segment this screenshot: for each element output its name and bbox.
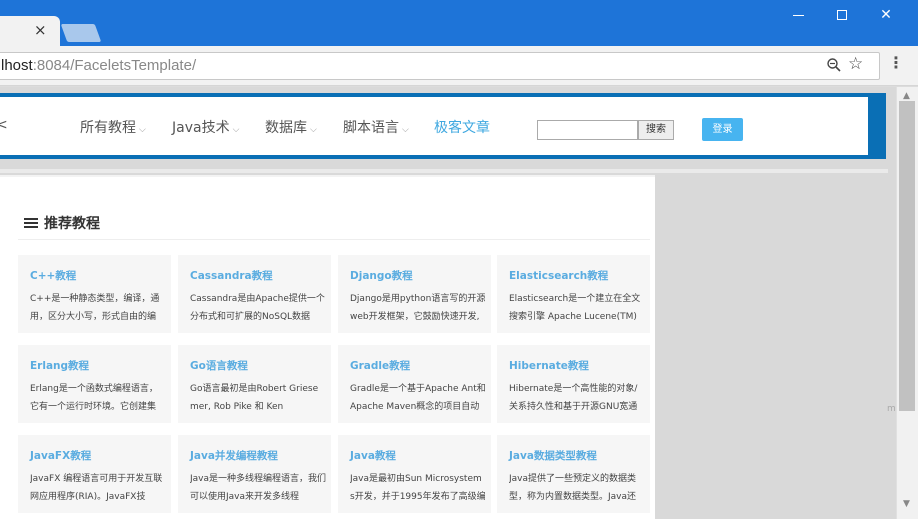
course-card-description: JavaFX 编程语言可用于开发互联网应用程序(RIA)。JavaFX技 bbox=[30, 474, 163, 502]
course-card-description: Elasticsearch是一个建立在全文搜索引擎 Apache Lucene(… bbox=[509, 294, 641, 322]
search-input[interactable] bbox=[537, 120, 638, 140]
course-card[interactable]: Elasticsearch教程 Elasticsearch是一个建立在全文搜索引擎… bbox=[497, 255, 650, 333]
course-card[interactable]: Java数据类型教程 Java提供了一些预定义的数据类型，称为内置数据类型。Jav… bbox=[497, 435, 650, 513]
course-card-title[interactable]: Java并发编程教程 bbox=[190, 448, 278, 463]
page-viewport: < 所有教程 ⌵ Java技术 ⌵ 数据库 ⌵ 脚本语言 ⌵ 极客文章 搜索 登录 推荐… bbox=[0, 87, 896, 519]
minimize-icon bbox=[792, 14, 804, 16]
course-card-description: Hibernate是一个高性能的对象/关系持久性和基于开源GNU宽通 bbox=[509, 384, 638, 412]
corner-watermark: m bbox=[887, 404, 896, 414]
course-card-title[interactable]: Go语言教程 bbox=[190, 358, 248, 373]
course-card-title[interactable]: Gradle教程 bbox=[350, 358, 410, 373]
site-logo[interactable]: < bbox=[0, 117, 8, 133]
search-button[interactable]: 搜索 bbox=[638, 120, 674, 140]
zoom-icon[interactable] bbox=[827, 58, 841, 72]
course-card-title[interactable]: JavaFX教程 bbox=[30, 448, 91, 463]
section-divider bbox=[18, 239, 650, 240]
course-card-title[interactable]: Django教程 bbox=[350, 268, 413, 283]
site-header: < 所有教程 ⌵ Java技术 ⌵ 数据库 ⌵ 脚本语言 ⌵ 极客文章 搜索 登录 bbox=[0, 93, 886, 159]
nav-geek-articles[interactable]: 极客文章 bbox=[434, 117, 490, 137]
chevron-down-icon: ⌵ bbox=[310, 125, 317, 135]
course-card-title[interactable]: Java数据类型教程 bbox=[509, 448, 597, 463]
course-card-title[interactable]: Java教程 bbox=[350, 448, 396, 463]
course-card[interactable]: Java并发编程教程 Java是一种多线程编程语言，我们可以使用Java来开发多线… bbox=[178, 435, 331, 513]
main-content: 推荐教程 C++教程 C++是一种静态类型，编译，通用，区分大小写，形式自由的编 C… bbox=[0, 175, 655, 519]
scrollbar-thumb[interactable] bbox=[899, 101, 915, 411]
course-card-description: Erlang是一个函数式编程语言，它有一个运行时环境。它创建集 bbox=[30, 384, 158, 412]
course-card-title[interactable]: Elasticsearch教程 bbox=[509, 268, 608, 283]
course-card-title[interactable]: C++教程 bbox=[30, 268, 76, 283]
vertical-scrollbar[interactable]: ▲ ▼ bbox=[896, 87, 918, 519]
course-card-title[interactable]: Erlang教程 bbox=[30, 358, 89, 373]
scroll-down-arrow-icon[interactable]: ▼ bbox=[903, 499, 910, 509]
course-card[interactable]: Django教程 Django是用python语言写的开源web开发框架，它鼓励快… bbox=[338, 255, 491, 333]
course-card[interactable]: Cassandra教程 Cassandra是由Apache提供一个分布式和可扩展的… bbox=[178, 255, 331, 333]
course-card[interactable]: JavaFX教程 JavaFX 编程语言可用于开发互联网应用程序(RIA)。Jav… bbox=[18, 435, 171, 513]
course-card-description: Cassandra是由Apache提供一个分布式和可扩展的NoSQL数据 bbox=[190, 294, 325, 322]
course-card-title[interactable]: Hibernate教程 bbox=[509, 358, 589, 373]
chevron-down-icon: ⌵ bbox=[232, 125, 240, 135]
nav-database[interactable]: 数据库 ⌵ bbox=[265, 117, 317, 137]
course-card[interactable]: Go语言教程 Go语言最初是由Robert Griesemer, Rob Pike… bbox=[178, 345, 331, 423]
login-button[interactable]: 登录 bbox=[702, 118, 743, 141]
tab-close-icon[interactable]: × bbox=[34, 20, 47, 40]
course-card-description: Java是最初由Sun Microsystems开发，并于1995年发布了高级编 bbox=[350, 474, 486, 502]
course-card[interactable]: Java教程 Java是最初由Sun Microsystems开发，并于1995年… bbox=[338, 435, 491, 513]
minimize-button[interactable] bbox=[776, 4, 820, 26]
course-card-description: Java提供了一些预定义的数据类型，称为内置数据类型。Java还 bbox=[509, 474, 637, 502]
chevron-down-icon: ⌵ bbox=[139, 125, 146, 135]
scroll-up-arrow-icon[interactable]: ▲ bbox=[903, 91, 910, 101]
course-card-title[interactable]: Cassandra教程 bbox=[190, 268, 273, 283]
course-card-description: Go语言最初是由Robert Griesemer, Rob Pike 和 Ken bbox=[190, 384, 319, 412]
course-card[interactable]: Gradle教程 Gradle是一个基于Apache Ant和Apache Mav… bbox=[338, 345, 491, 423]
nav-scripting[interactable]: 脚本语言 ⌵ bbox=[343, 117, 409, 137]
bookmark-star-icon[interactable]: ☆ bbox=[848, 54, 863, 74]
browser-titlebar: × ✕ bbox=[0, 0, 918, 46]
course-card[interactable]: Hibernate教程 Hibernate是一个高性能的对象/关系持久性和基于开源… bbox=[497, 345, 650, 423]
maximize-button[interactable] bbox=[820, 4, 864, 26]
course-card[interactable]: C++教程 C++是一种静态类型，编译，通用，区分大小写，形式自由的编 bbox=[18, 255, 171, 333]
course-card-description: Gradle是一个基于Apache Ant和Apache Maven概念的项目自… bbox=[350, 384, 486, 412]
site-header-inner: < 所有教程 ⌵ Java技术 ⌵ 数据库 ⌵ 脚本语言 ⌵ 极客文章 搜索 登录 bbox=[0, 97, 868, 155]
address-bar[interactable]: lhost:8084/FaceletsTemplate/ ☆ bbox=[0, 52, 880, 80]
header-divider bbox=[0, 169, 888, 173]
section-title: 推荐教程 bbox=[24, 213, 100, 233]
url-text: lhost:8084/FaceletsTemplate/ bbox=[1, 57, 197, 74]
maximize-icon bbox=[837, 10, 847, 20]
close-window-button[interactable]: ✕ bbox=[864, 4, 908, 26]
course-card-description: Django是用python语言写的开源web开发框架，它鼓励快速开发, bbox=[350, 294, 486, 322]
new-tab-button[interactable] bbox=[60, 24, 102, 42]
nav-java-tech[interactable]: Java技术 ⌵ bbox=[172, 117, 239, 137]
course-card-description: Java是一种多线程编程语言，我们可以使用Java来开发多线程 bbox=[190, 474, 326, 502]
browser-menu-icon[interactable]: ⋮ bbox=[888, 55, 904, 71]
course-card-description: C++是一种静态类型，编译，通用，区分大小写，形式自由的编 bbox=[30, 294, 160, 322]
chevron-down-icon: ⌵ bbox=[402, 125, 409, 135]
list-icon bbox=[24, 218, 38, 229]
course-card[interactable]: Erlang教程 Erlang是一个函数式编程语言，它有一个运行时环境。它创建集 bbox=[18, 345, 171, 423]
nav-all-tutorials[interactable]: 所有教程 ⌵ bbox=[80, 117, 146, 137]
browser-toolbar: lhost:8084/FaceletsTemplate/ ☆ ⋮ bbox=[0, 46, 918, 86]
browser-tab-active[interactable]: × bbox=[0, 16, 60, 46]
